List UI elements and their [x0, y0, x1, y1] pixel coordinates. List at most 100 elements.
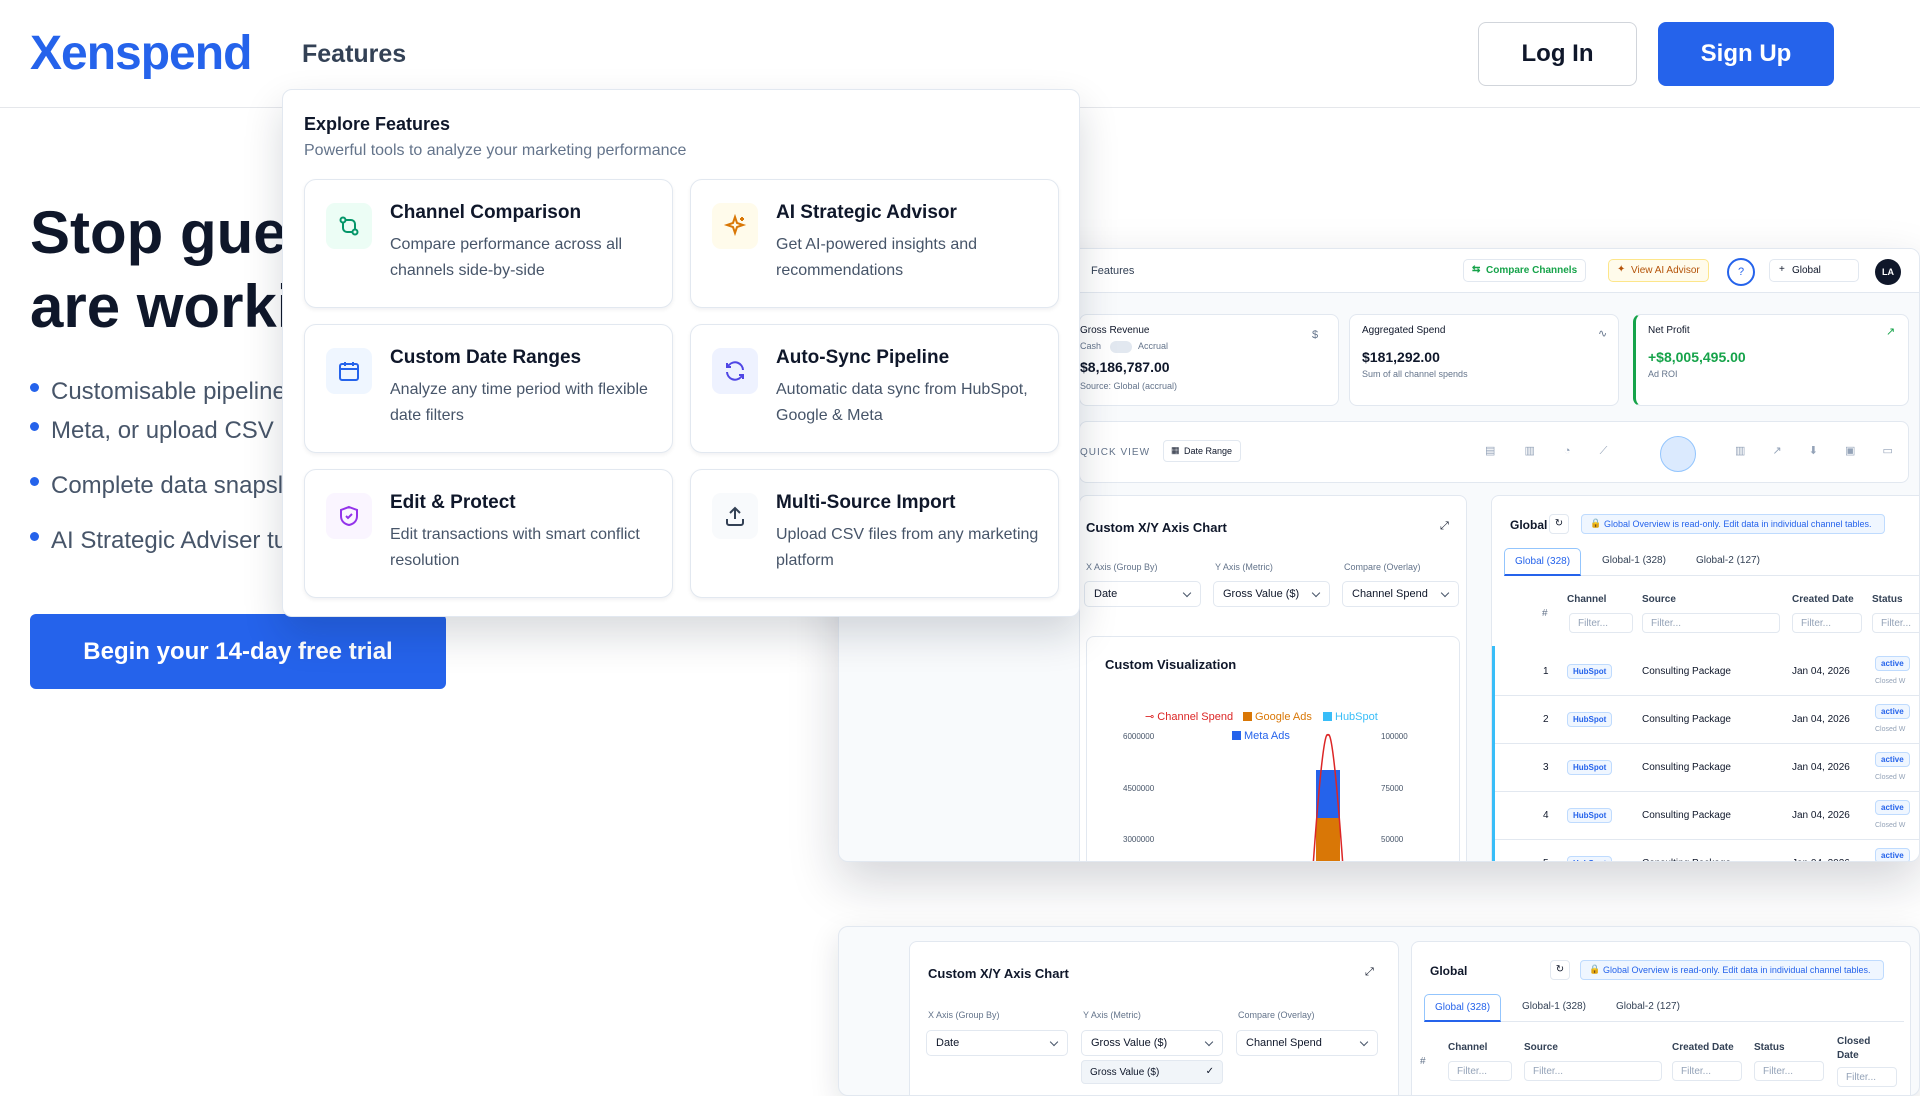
filter-status[interactable]: Filter...: [1872, 613, 1919, 633]
card-title: Custom Date Ranges: [390, 347, 582, 368]
net-profit-label: Net Profit: [1648, 325, 1690, 336]
table-row[interactable]: 2 HubSpot Consulting Package Jan 04, 2026 ac…: [1495, 696, 1919, 744]
status-badge: active: [1875, 656, 1910, 671]
legend-google-ads: Google Ads: [1255, 711, 1312, 723]
compare-channels-button[interactable]: ⇆ Compare Channels: [1463, 259, 1587, 282]
option-label: Gross Value ($): [1090, 1067, 1160, 1078]
overlay-chart: ⊸ Channel Spend Google Ads HubSpot Meta …: [1123, 711, 1408, 861]
left-tick-1: 4500000: [1123, 784, 1155, 793]
calendar-small-icon: ▦: [1171, 445, 1180, 455]
gross-revenue-value: $8,186,787.00: [1080, 359, 1170, 375]
ai-advisor-button[interactable]: ✦ View AI Advisor: [1608, 259, 1709, 282]
login-button[interactable]: Log In: [1478, 22, 1637, 86]
lower-cmp-select[interactable]: Channel Spend: [1236, 1030, 1378, 1056]
status-badge: active: [1875, 848, 1910, 861]
bar-google-ads: [1316, 818, 1340, 861]
lower-x-select[interactable]: Date: [926, 1030, 1068, 1056]
filter-created-date[interactable]: Filter...: [1792, 613, 1862, 633]
global-label: Global: [1792, 265, 1821, 276]
refresh-icon[interactable]: ↻: [1549, 514, 1569, 534]
lower-col-source: Source: [1524, 1042, 1558, 1053]
tab-global-1[interactable]: Global-1 (328): [1602, 555, 1666, 566]
status-badge: active: [1875, 704, 1910, 719]
date-range-button[interactable]: ▦ Date Range: [1163, 440, 1242, 462]
lower-refresh-icon[interactable]: ↻: [1550, 960, 1570, 980]
feature-card-auto-sync[interactable]: Auto-Sync Pipeline Automatic data sync f…: [690, 324, 1059, 453]
table-row[interactable]: 1 HubSpot Consulting Package Jan 04, 2026 ac…: [1495, 648, 1919, 696]
compare-select[interactable]: Channel Spend: [1342, 581, 1459, 607]
user-avatar[interactable]: LA: [1875, 259, 1901, 285]
feature-card-channel-comparison[interactable]: Channel Comparison Compare performance a…: [304, 179, 673, 308]
global-table-panel: Global ↻ 🔒 Global Overview is read-only. …: [1491, 495, 1919, 861]
x-axis-select[interactable]: Date: [1084, 581, 1201, 607]
feature-card-edit-protect[interactable]: Edit & Protect Edit transactions with sm…: [304, 469, 673, 598]
right-tick-1: 75000: [1381, 784, 1404, 793]
chart-panel: Custom X/Y Axis Chart ⤢ X Axis (Group By…: [1079, 495, 1467, 861]
lower-filter-closed[interactable]: Filter...: [1837, 1067, 1897, 1087]
filter-source[interactable]: Filter...: [1642, 613, 1780, 633]
legend-meta-ads: Meta Ads: [1244, 730, 1290, 742]
calendar-icon: [326, 348, 372, 394]
table-row[interactable]: 3 HubSpot Consulting Package Jan 04, 2026 ac…: [1495, 744, 1919, 792]
logo[interactable]: Xenspend: [30, 26, 252, 81]
features-nav-link[interactable]: Features: [302, 40, 406, 69]
card-title: Auto-Sync Pipeline: [776, 347, 950, 368]
lower-tab-global[interactable]: Global (328): [1424, 994, 1502, 1022]
channel-badge: HubSpot: [1567, 664, 1613, 679]
row-index: 1: [1543, 666, 1549, 677]
y-axis-select[interactable]: Gross Value ($): [1213, 581, 1330, 607]
hero-heading: Stop gue are worki: [30, 196, 293, 344]
lower-y-select[interactable]: Gross Value ($): [1081, 1030, 1223, 1056]
table-row[interactable]: 4 HubSpot Consulting Package Jan 04, 2026 ac…: [1495, 792, 1919, 840]
signup-button[interactable]: Sign Up: [1658, 22, 1834, 86]
lower-filter-source[interactable]: Filter...: [1524, 1061, 1662, 1081]
col-status: Status: [1872, 594, 1903, 605]
hero-line-1: Stop gue: [30, 199, 287, 266]
app-features-menu[interactable]: Features: [1091, 265, 1134, 277]
action-icons[interactable]: ▥ ↗ ⬇ ▣ ▭: [1735, 444, 1893, 457]
lower-filter-status[interactable]: Filter...: [1754, 1061, 1824, 1081]
feature-card-multi-source[interactable]: Multi-Source Import Upload CSV files fro…: [690, 469, 1059, 598]
row-created-date: Jan 04, 2026: [1792, 714, 1850, 725]
card-title: Edit & Protect: [390, 492, 516, 513]
cash-label: Cash: [1080, 341, 1102, 351]
lower-filter-created[interactable]: Filter...: [1672, 1061, 1742, 1081]
status-badge: active: [1875, 800, 1910, 815]
net-profit-value: +$8,005,495.00: [1648, 349, 1746, 365]
cash-accrual-toggle[interactable]: [1110, 341, 1132, 353]
global-select[interactable]: + Global: [1769, 259, 1859, 282]
lower-col-closed: Closed: [1837, 1036, 1871, 1047]
card-desc: Compare performance across all channels …: [390, 236, 623, 279]
left-tick-0: 6000000: [1123, 732, 1155, 741]
check-icon: ✓: [1205, 1066, 1214, 1077]
refresh-icon: [712, 348, 758, 394]
gross-revenue-source: Source: Global (accrual): [1080, 381, 1178, 391]
table-row[interactable]: 5 HubSpot Consulting Package Jan 04, 2026 ac…: [1495, 840, 1919, 861]
filter-channel[interactable]: Filter...: [1569, 613, 1633, 633]
lower-tab-global-2[interactable]: Global-2 (127): [1616, 1001, 1680, 1012]
view-icons[interactable]: ▤ ▥ ◔ ⟋: [1485, 444, 1607, 458]
free-trial-button[interactable]: Begin your 14-day free trial: [30, 614, 446, 689]
feature-card-date-ranges[interactable]: Custom Date Ranges Analyze any time peri…: [304, 324, 673, 453]
row-source: Consulting Package: [1642, 810, 1731, 821]
col-channel: Channel: [1567, 594, 1607, 605]
lower-col-index: #: [1420, 1056, 1426, 1067]
split-view-icon[interactable]: [1660, 436, 1696, 472]
lower-tab-global-1[interactable]: Global-1 (328): [1522, 1001, 1586, 1012]
tab-global-2[interactable]: Global-2 (127): [1696, 555, 1760, 566]
help-icon[interactable]: ?: [1727, 258, 1755, 286]
expand-icon[interactable]: ⤢: [1440, 520, 1449, 533]
card-title: AI Strategic Advisor: [776, 202, 957, 223]
channel-badge: HubSpot: [1567, 856, 1613, 861]
lower-expand-icon[interactable]: ⤢: [1365, 966, 1374, 979]
channel-badge: HubSpot: [1567, 760, 1613, 775]
feature-card-ai-advisor[interactable]: AI Strategic Advisor Get AI-powered insi…: [690, 179, 1059, 308]
channel-badge: HubSpot: [1567, 808, 1613, 823]
hero-bullets: Customisable pipeline Meta, or upload CS…: [30, 372, 287, 576]
dropdown-option-gross-value[interactable]: Gross Value ($) ✓: [1081, 1060, 1223, 1084]
card-title: Multi-Source Import: [776, 492, 956, 513]
row-created-date: Jan 04, 2026: [1792, 666, 1850, 677]
tab-global[interactable]: Global (328): [1504, 548, 1582, 576]
quick-view-bar: QUICK VIEW ▦ Date Range ▤ ▥ ◔ ⟋ ▥ ↗ ⬇ ▣ ▭: [1079, 421, 1909, 483]
lower-filter-channel[interactable]: Filter...: [1448, 1061, 1512, 1081]
